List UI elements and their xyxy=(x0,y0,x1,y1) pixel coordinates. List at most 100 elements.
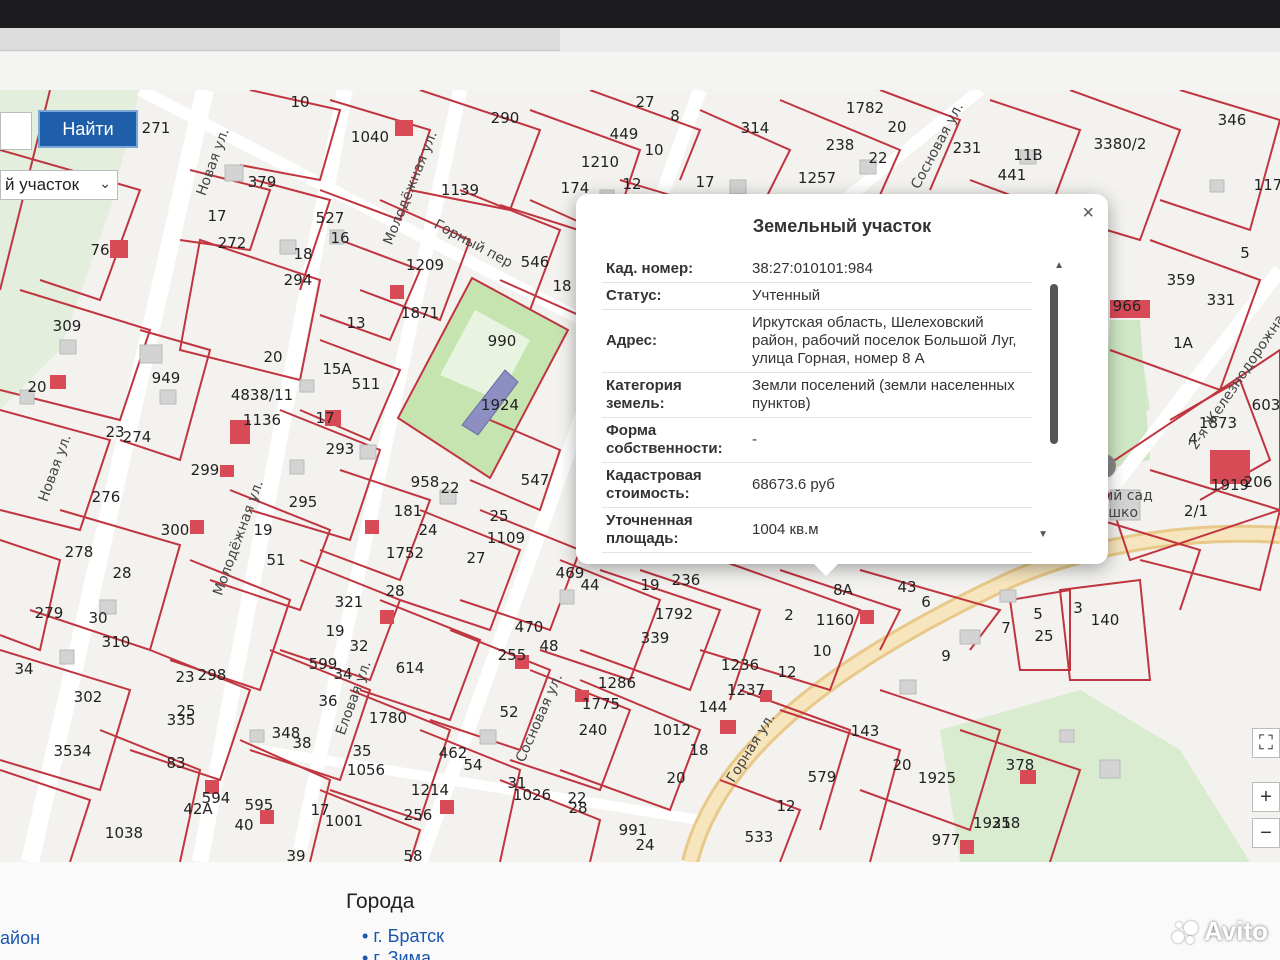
plot-label: 603 xyxy=(1251,396,1280,414)
plot-label: 76 xyxy=(90,241,110,259)
search-input[interactable] xyxy=(0,112,32,150)
plot-label: 83 xyxy=(166,754,186,772)
plot-label: 310 xyxy=(101,633,131,651)
minus-icon: − xyxy=(1260,821,1272,844)
plot-label: 1775 xyxy=(581,695,621,713)
plot-label: 614 xyxy=(395,659,425,677)
plot-label: 30 xyxy=(88,609,108,627)
plot-label: 240 xyxy=(578,721,608,739)
land-plot-popup: Земельный участок × Кад. номер: 38:27:01… xyxy=(576,194,1108,576)
close-icon[interactable]: × xyxy=(1082,202,1094,225)
city-link-zima[interactable]: • г. Зима xyxy=(362,948,431,960)
plot-label: 1А xyxy=(1173,334,1193,352)
row-key: Уточненная площадь: xyxy=(602,507,748,553)
plot-label: 290 xyxy=(490,109,520,127)
plot-label: 19 xyxy=(640,576,660,594)
plot-label: 19 xyxy=(253,521,273,539)
plot-label: 1040 xyxy=(350,128,390,146)
plot-label: 20 xyxy=(666,769,686,787)
zoom-in-button[interactable]: + xyxy=(1252,782,1280,812)
scroll-up-icon[interactable]: ▲ xyxy=(1054,260,1064,271)
plot-label: 17 xyxy=(207,207,227,225)
city-link-bratsk[interactable]: • г. Братск xyxy=(362,926,444,947)
find-button[interactable]: Найти xyxy=(38,110,138,148)
plot-label: 34 xyxy=(72,742,92,760)
plot-label: 379 xyxy=(247,173,277,191)
plot-label: 12 xyxy=(622,175,642,193)
plot-label: 25 xyxy=(1034,627,1054,645)
plot-label: 28 xyxy=(112,564,132,582)
fullscreen-button[interactable]: ⛶ xyxy=(1252,728,1280,758)
plot-label: 1056 xyxy=(346,761,386,779)
row-key: Кад. номер: xyxy=(602,256,748,283)
plot-label: 546 xyxy=(520,253,550,271)
table-row: Категория земель: Земли поселений (земли… xyxy=(602,372,1032,418)
plot-label: 321 xyxy=(334,593,364,611)
plot-label: 11В xyxy=(1013,146,1043,164)
plot-label: 58 xyxy=(403,847,423,862)
plot-label: 7 xyxy=(1001,619,1011,637)
plot-label: 256 xyxy=(403,806,433,824)
row-value: - xyxy=(748,417,1032,463)
plot-label: 52 xyxy=(499,703,519,721)
plot-label: 2 xyxy=(784,606,794,624)
plot-label: 5 xyxy=(1033,605,1043,623)
plot-label: 1001 xyxy=(324,812,364,830)
plot-label: 1214 xyxy=(410,781,450,799)
plot-label: 990 xyxy=(487,332,517,350)
plot-label: 23 xyxy=(175,668,195,686)
plot-label: 117 xyxy=(1253,176,1280,194)
plot-label: 27 xyxy=(466,549,486,567)
plot-label: 35 xyxy=(53,742,73,760)
plot-label: 359 xyxy=(1166,271,1196,289)
plot-label: 958 xyxy=(410,473,440,491)
row-value: Земли поселений (земли населенных пункто… xyxy=(748,372,1032,418)
plot-label: 1871 xyxy=(400,304,440,322)
plot-label: 32 xyxy=(349,637,369,655)
plot-label: 44 xyxy=(580,576,600,594)
plot-label: 10 xyxy=(812,642,832,660)
plot-label: 1237 xyxy=(726,681,766,699)
plot-label: 20 xyxy=(27,378,47,396)
popup-title: Земельный участок xyxy=(752,216,932,236)
plot-label: 294 xyxy=(283,271,313,289)
plot-label: 23 xyxy=(105,423,125,441)
plot-label: 274 xyxy=(122,428,152,446)
zoom-out-button[interactable]: − xyxy=(1252,818,1280,848)
plot-label: 34 xyxy=(333,665,353,683)
plot-label: 298 xyxy=(197,666,227,684)
plot-label: 1109 xyxy=(486,529,526,547)
plot-label: 22 xyxy=(868,149,888,167)
chevron-down-icon: ⌄ xyxy=(99,175,111,191)
plot-label: 34 xyxy=(14,660,34,678)
cities-heading: Города xyxy=(346,890,415,913)
plot-label: 9 xyxy=(941,647,951,665)
scroll-down-icon[interactable]: ▼ xyxy=(1038,529,1048,540)
avito-logo-icon xyxy=(1172,919,1198,945)
district-link[interactable]: айон xyxy=(0,928,40,949)
plot-label: 278 xyxy=(64,543,94,561)
row-value: 1004 кв.м xyxy=(748,507,1032,553)
plot-label: 966 xyxy=(1112,297,1142,315)
row-value: 68673.6 руб xyxy=(748,462,1032,508)
plot-label: 1209 xyxy=(405,256,445,274)
plot-label: 276 xyxy=(91,488,121,506)
row-key: Статус: xyxy=(602,282,748,310)
plot-label: 17 xyxy=(315,409,335,427)
plot-label: 27 xyxy=(635,93,655,111)
plot-label: 441 xyxy=(997,166,1027,184)
plot-label: 299 xyxy=(190,461,220,479)
plot-label: 25 xyxy=(489,507,509,525)
plot-label: 1752 xyxy=(385,544,425,562)
plot-label: 470 xyxy=(514,618,544,636)
popup-scrollbar[interactable] xyxy=(1050,284,1058,444)
plot-label: 19 xyxy=(325,622,345,640)
plot-label: 3380/2 xyxy=(1093,135,1147,153)
plot-label: 12 xyxy=(777,663,797,681)
plot-label: 20 xyxy=(887,118,907,136)
object-type-select[interactable]: й участок ⌄ xyxy=(0,170,118,200)
table-row: Форма собственности: - xyxy=(602,417,1032,463)
plot-label: 143 xyxy=(850,722,880,740)
plot-label: 8А xyxy=(833,581,853,599)
plot-label: 511 xyxy=(351,375,381,393)
